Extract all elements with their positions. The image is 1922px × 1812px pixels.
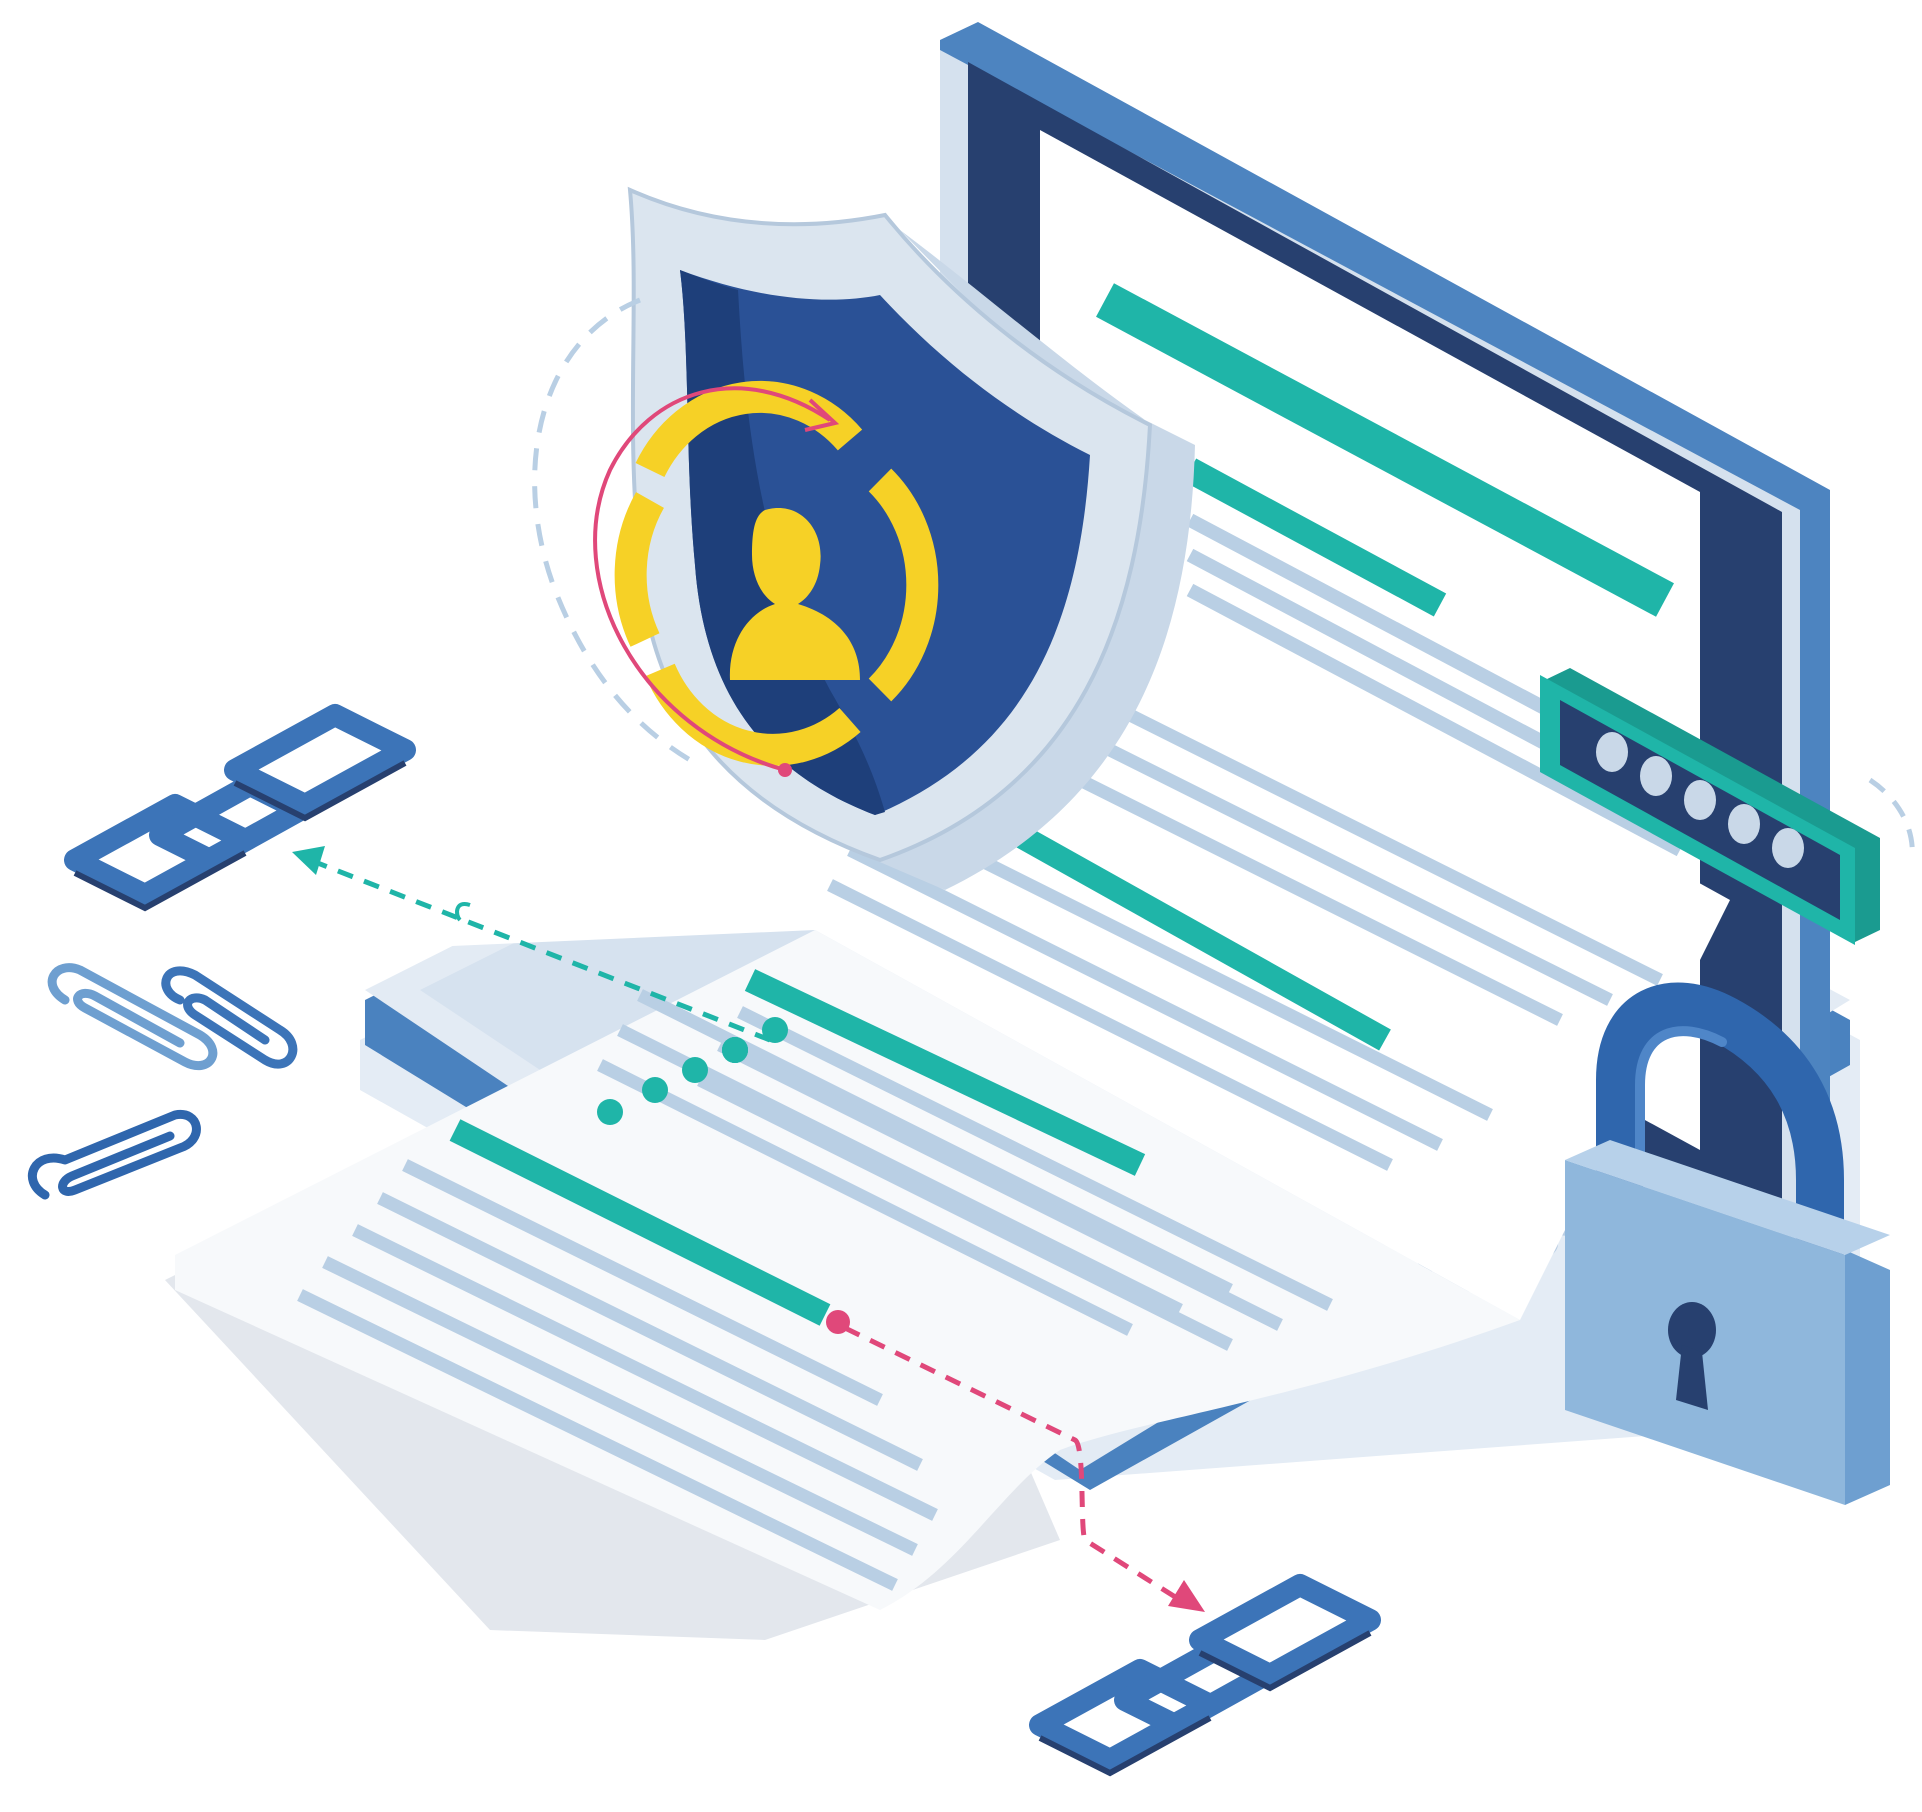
security-illustration: [0, 0, 1922, 1812]
paperclip-1: [47, 963, 218, 1071]
chain-link-top: [64, 704, 416, 906]
paperclip-3: [28, 1110, 201, 1200]
illustration-canvas: [28, 22, 1915, 1777]
padlock-body-side: [1845, 1250, 1890, 1505]
paperclip-icon: [28, 963, 298, 1200]
teal-arrowhead: [292, 846, 325, 875]
chain-link-bottom: [1029, 1574, 1381, 1771]
paperclip-2: [161, 966, 298, 1069]
